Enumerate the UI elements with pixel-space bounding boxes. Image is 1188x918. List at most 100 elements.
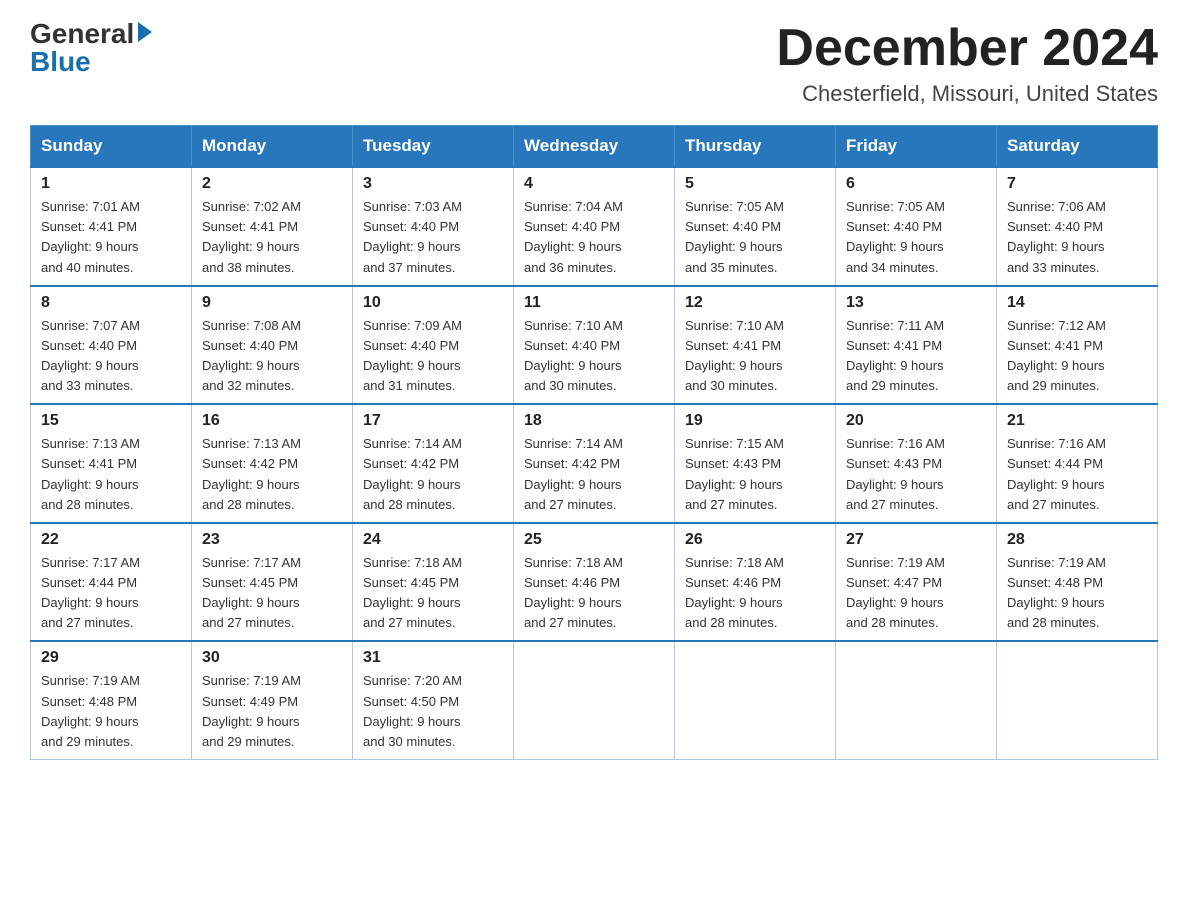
- day-info: Sunrise: 7:03 AMSunset: 4:40 PMDaylight:…: [363, 197, 503, 278]
- calendar-cell: 6 Sunrise: 7:05 AMSunset: 4:40 PMDaylight…: [836, 167, 997, 286]
- day-info: Sunrise: 7:06 AMSunset: 4:40 PMDaylight:…: [1007, 197, 1147, 278]
- month-title: December 2024: [776, 20, 1158, 77]
- calendar-cell: 23 Sunrise: 7:17 AMSunset: 4:45 PMDayligh…: [192, 523, 353, 642]
- day-info: Sunrise: 7:07 AMSunset: 4:40 PMDaylight:…: [41, 316, 181, 397]
- day-info: Sunrise: 7:16 AMSunset: 4:43 PMDaylight:…: [846, 434, 986, 515]
- calendar-cell: [836, 641, 997, 759]
- day-number: 6: [846, 175, 986, 193]
- day-info: Sunrise: 7:18 AMSunset: 4:45 PMDaylight:…: [363, 553, 503, 634]
- day-info: Sunrise: 7:01 AMSunset: 4:41 PMDaylight:…: [41, 197, 181, 278]
- week-row-1: 1 Sunrise: 7:01 AMSunset: 4:41 PMDaylight…: [31, 167, 1158, 286]
- day-number: 24: [363, 531, 503, 549]
- day-number: 8: [41, 294, 181, 312]
- calendar-cell: 19 Sunrise: 7:15 AMSunset: 4:43 PMDayligh…: [675, 404, 836, 523]
- week-row-2: 8 Sunrise: 7:07 AMSunset: 4:40 PMDaylight…: [31, 286, 1158, 405]
- calendar-cell: 5 Sunrise: 7:05 AMSunset: 4:40 PMDaylight…: [675, 167, 836, 286]
- calendar-cell: 20 Sunrise: 7:16 AMSunset: 4:43 PMDayligh…: [836, 404, 997, 523]
- day-number: 9: [202, 294, 342, 312]
- calendar-cell: 31 Sunrise: 7:20 AMSunset: 4:50 PMDayligh…: [353, 641, 514, 759]
- day-info: Sunrise: 7:10 AMSunset: 4:41 PMDaylight:…: [685, 316, 825, 397]
- calendar-cell: 2 Sunrise: 7:02 AMSunset: 4:41 PMDaylight…: [192, 167, 353, 286]
- day-info: Sunrise: 7:18 AMSunset: 4:46 PMDaylight:…: [685, 553, 825, 634]
- day-info: Sunrise: 7:08 AMSunset: 4:40 PMDaylight:…: [202, 316, 342, 397]
- day-number: 20: [846, 412, 986, 430]
- day-info: Sunrise: 7:12 AMSunset: 4:41 PMDaylight:…: [1007, 316, 1147, 397]
- day-number: 2: [202, 175, 342, 193]
- day-info: Sunrise: 7:05 AMSunset: 4:40 PMDaylight:…: [846, 197, 986, 278]
- day-number: 16: [202, 412, 342, 430]
- calendar-cell: 4 Sunrise: 7:04 AMSunset: 4:40 PMDaylight…: [514, 167, 675, 286]
- day-info: Sunrise: 7:15 AMSunset: 4:43 PMDaylight:…: [685, 434, 825, 515]
- weekday-header-row: SundayMondayTuesdayWednesdayThursdayFrid…: [31, 126, 1158, 168]
- day-number: 19: [685, 412, 825, 430]
- weekday-header-friday: Friday: [836, 126, 997, 168]
- calendar-cell: [675, 641, 836, 759]
- day-number: 30: [202, 649, 342, 667]
- day-info: Sunrise: 7:17 AMSunset: 4:45 PMDaylight:…: [202, 553, 342, 634]
- weekday-header-saturday: Saturday: [997, 126, 1158, 168]
- calendar-cell: [997, 641, 1158, 759]
- day-number: 17: [363, 412, 503, 430]
- day-number: 18: [524, 412, 664, 430]
- day-number: 28: [1007, 531, 1147, 549]
- calendar-cell: 30 Sunrise: 7:19 AMSunset: 4:49 PMDayligh…: [192, 641, 353, 759]
- logo: General Blue: [30, 20, 152, 76]
- calendar-cell: 14 Sunrise: 7:12 AMSunset: 4:41 PMDayligh…: [997, 286, 1158, 405]
- day-number: 4: [524, 175, 664, 193]
- day-info: Sunrise: 7:19 AMSunset: 4:48 PMDaylight:…: [41, 671, 181, 752]
- day-info: Sunrise: 7:02 AMSunset: 4:41 PMDaylight:…: [202, 197, 342, 278]
- day-number: 3: [363, 175, 503, 193]
- day-info: Sunrise: 7:17 AMSunset: 4:44 PMDaylight:…: [41, 553, 181, 634]
- logo-blue: Blue: [30, 48, 91, 76]
- logo-arrow-icon: [138, 22, 152, 42]
- calendar-cell: 22 Sunrise: 7:17 AMSunset: 4:44 PMDayligh…: [31, 523, 192, 642]
- calendar-cell: 7 Sunrise: 7:06 AMSunset: 4:40 PMDaylight…: [997, 167, 1158, 286]
- calendar-cell: 24 Sunrise: 7:18 AMSunset: 4:45 PMDayligh…: [353, 523, 514, 642]
- day-info: Sunrise: 7:09 AMSunset: 4:40 PMDaylight:…: [363, 316, 503, 397]
- day-number: 22: [41, 531, 181, 549]
- day-info: Sunrise: 7:05 AMSunset: 4:40 PMDaylight:…: [685, 197, 825, 278]
- location-title: Chesterfield, Missouri, United States: [776, 81, 1158, 107]
- logo-general: General: [30, 20, 134, 48]
- calendar-cell: 3 Sunrise: 7:03 AMSunset: 4:40 PMDaylight…: [353, 167, 514, 286]
- weekday-header-monday: Monday: [192, 126, 353, 168]
- day-number: 12: [685, 294, 825, 312]
- day-info: Sunrise: 7:04 AMSunset: 4:40 PMDaylight:…: [524, 197, 664, 278]
- day-info: Sunrise: 7:19 AMSunset: 4:48 PMDaylight:…: [1007, 553, 1147, 634]
- page-header: General Blue December 2024 Chesterfield,…: [30, 20, 1158, 107]
- day-number: 23: [202, 531, 342, 549]
- day-number: 14: [1007, 294, 1147, 312]
- week-row-3: 15Sunrise: 7:13 AMSunset: 4:41 PMDayligh…: [31, 404, 1158, 523]
- day-info: Sunrise: 7:20 AMSunset: 4:50 PMDaylight:…: [363, 671, 503, 752]
- day-number: 27: [846, 531, 986, 549]
- day-info: Sunrise: 7:14 AMSunset: 4:42 PMDaylight:…: [363, 434, 503, 515]
- day-number: 5: [685, 175, 825, 193]
- calendar-cell: 12 Sunrise: 7:10 AMSunset: 4:41 PMDayligh…: [675, 286, 836, 405]
- week-row-4: 22 Sunrise: 7:17 AMSunset: 4:44 PMDayligh…: [31, 523, 1158, 642]
- calendar-cell: 28 Sunrise: 7:19 AMSunset: 4:48 PMDayligh…: [997, 523, 1158, 642]
- day-info: Sunrise: 7:14 AMSunset: 4:42 PMDaylight:…: [524, 434, 664, 515]
- day-info: Sunrise: 7:13 AMSunset: 4:41 PMDaylight:…: [41, 434, 181, 515]
- title-area: December 2024 Chesterfield, Missouri, Un…: [776, 20, 1158, 107]
- calendar-cell: 8 Sunrise: 7:07 AMSunset: 4:40 PMDaylight…: [31, 286, 192, 405]
- calendar-cell: 16 Sunrise: 7:13 AMSunset: 4:42 PMDayligh…: [192, 404, 353, 523]
- day-info: Sunrise: 7:16 AMSunset: 4:44 PMDaylight:…: [1007, 434, 1147, 515]
- calendar-cell: 18 Sunrise: 7:14 AMSunset: 4:42 PMDayligh…: [514, 404, 675, 523]
- calendar-cell: 1 Sunrise: 7:01 AMSunset: 4:41 PMDaylight…: [31, 167, 192, 286]
- day-info: Sunrise: 7:19 AMSunset: 4:49 PMDaylight:…: [202, 671, 342, 752]
- day-number: 1: [41, 175, 181, 193]
- calendar-cell: 17 Sunrise: 7:14 AMSunset: 4:42 PMDayligh…: [353, 404, 514, 523]
- weekday-header-sunday: Sunday: [31, 126, 192, 168]
- day-info: Sunrise: 7:10 AMSunset: 4:40 PMDaylight:…: [524, 316, 664, 397]
- calendar-cell: 25Sunrise: 7:18 AMSunset: 4:46 PMDayligh…: [514, 523, 675, 642]
- day-info: Sunrise: 7:19 AMSunset: 4:47 PMDaylight:…: [846, 553, 986, 634]
- day-number: 21: [1007, 412, 1147, 430]
- week-row-5: 29Sunrise: 7:19 AMSunset: 4:48 PMDayligh…: [31, 641, 1158, 759]
- day-number: 7: [1007, 175, 1147, 193]
- calendar-cell: 29Sunrise: 7:19 AMSunset: 4:48 PMDayligh…: [31, 641, 192, 759]
- day-info: Sunrise: 7:13 AMSunset: 4:42 PMDaylight:…: [202, 434, 342, 515]
- calendar-cell: 13Sunrise: 7:11 AMSunset: 4:41 PMDayligh…: [836, 286, 997, 405]
- day-number: 31: [363, 649, 503, 667]
- day-number: 11: [524, 294, 664, 312]
- weekday-header-thursday: Thursday: [675, 126, 836, 168]
